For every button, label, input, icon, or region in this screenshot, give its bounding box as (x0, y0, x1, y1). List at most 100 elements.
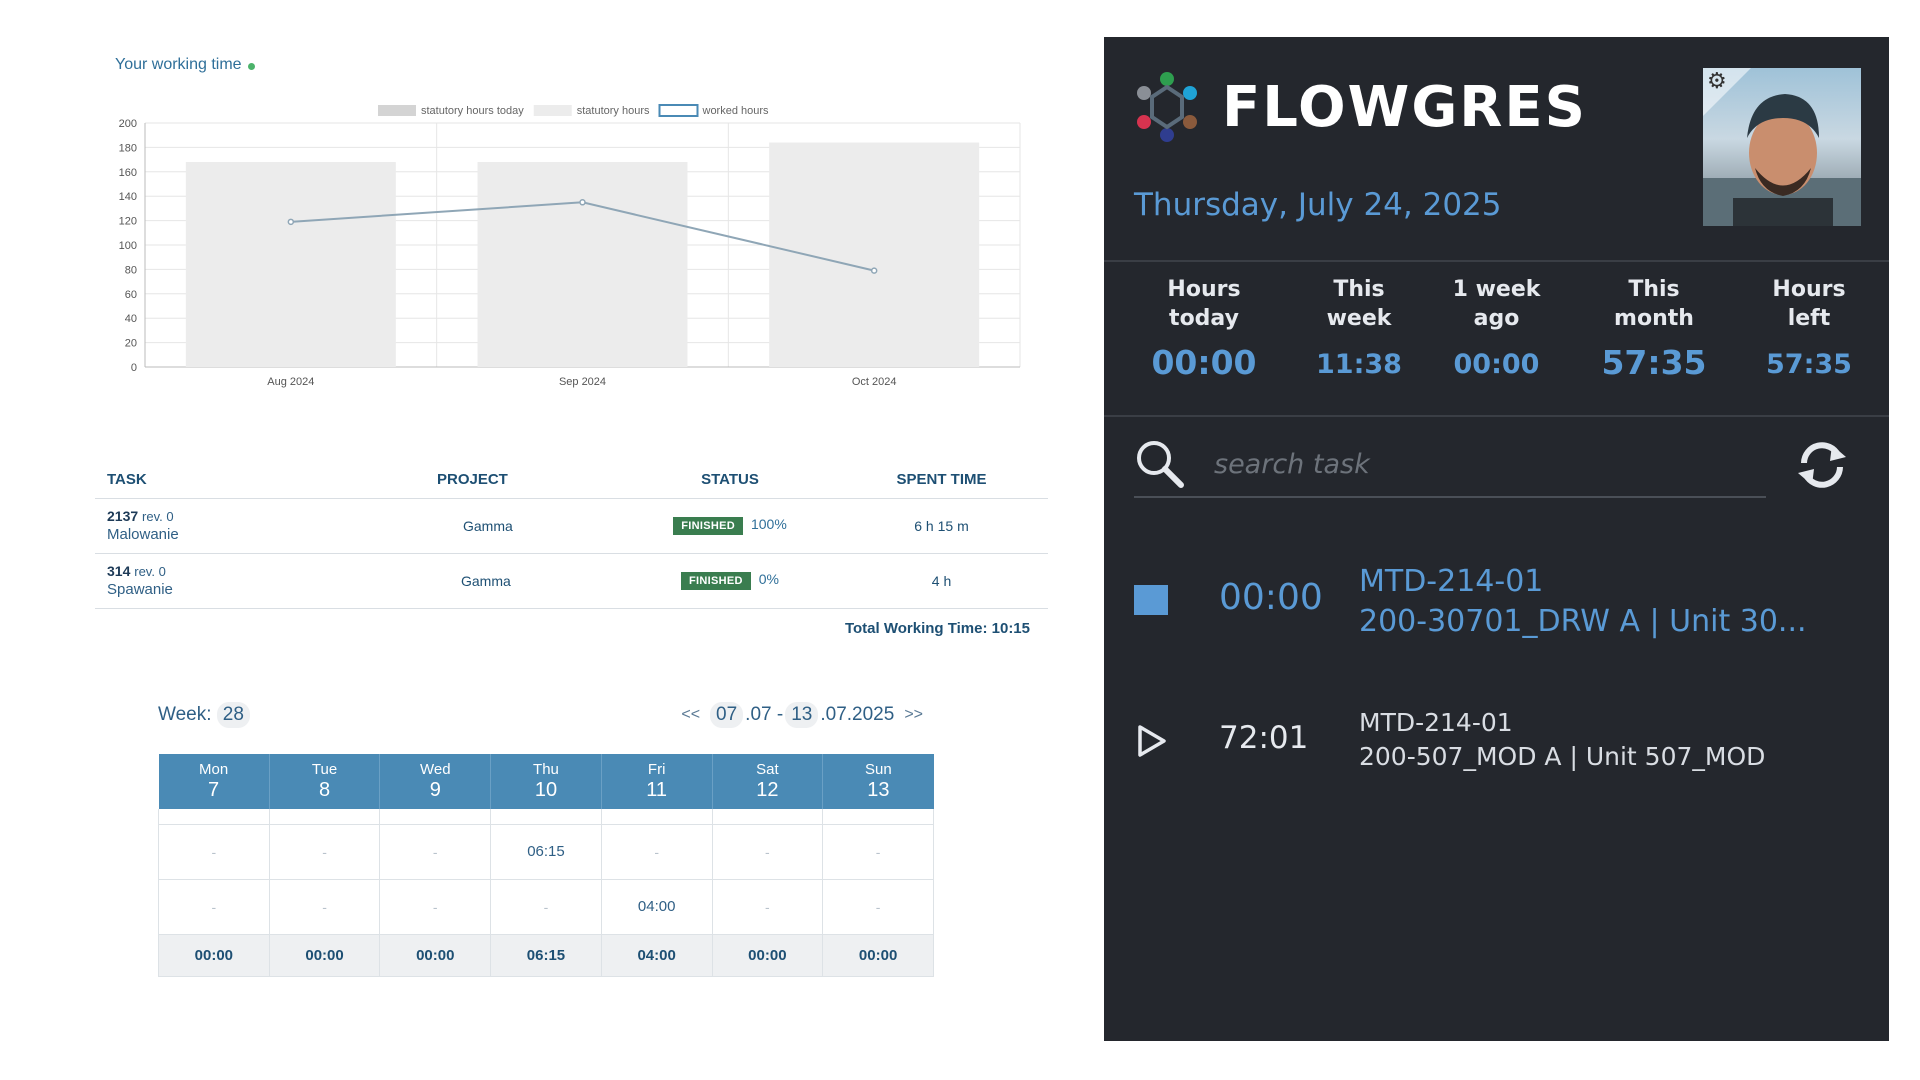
calendar-cell[interactable]: - (711, 823, 824, 880)
y-tick-label: 20 (125, 338, 137, 350)
calendar-cell[interactable]: - (379, 878, 492, 935)
task-timer: 00:00 (1219, 577, 1323, 618)
day-total: 06:15 (490, 933, 602, 977)
working-time-chart: statutory hours today statutory hours work… (119, 104, 1021, 388)
search-bar (1134, 430, 1766, 498)
stat-value: 11:38 (1316, 349, 1402, 380)
prev-week-button[interactable]: << (673, 706, 708, 724)
calendar-header: Mon 7 Tue 8 Wed 9 Thu 10 Fri 11 Sat 12 Sun 13 (158, 754, 934, 809)
header-task[interactable]: TASK (95, 470, 425, 498)
search-icon[interactable] (1134, 438, 1186, 490)
project-cell: Gamma (425, 552, 625, 609)
stat-this-month: This month 57:35 (1579, 275, 1729, 382)
y-tick-label: 100 (119, 240, 137, 252)
tasks-table: TASK PROJECT STATUS SPENT TIME 2137 rev.… (95, 470, 1048, 609)
total-working-time: Total Working Time: 10:15 (844, 620, 1030, 637)
calendar-cell[interactable]: - (490, 878, 602, 935)
task-name: Malowanie (107, 526, 179, 543)
calendar-cell[interactable]: 06:15 (490, 823, 602, 880)
stat-1-week-ago: 1 week ago 00:00 (1414, 275, 1579, 382)
day-total: 00:00 (711, 933, 824, 977)
range-end-rest: .07.2025 (820, 704, 895, 725)
y-tick-label: 0 (131, 362, 137, 374)
next-week-button[interactable]: >> (896, 706, 931, 724)
table-row[interactable]: 314 rev. 0 Spawanie Gamma FINISHED 0% 4 h (95, 552, 1048, 609)
table-row[interactable]: 2137 rev. 0 Malowanie Gamma FINISHED 100%… (95, 497, 1048, 553)
hours-stats: Hours today 00:00 This week 11:38 1 week… (1104, 275, 1889, 382)
task-title: MTD-214-01 200-30701_DRW A | Unit 30... (1359, 562, 1807, 642)
flowgres-logo-icon (1137, 72, 1197, 142)
calendar-cell[interactable]: - (822, 823, 934, 880)
range-start-rest: .07 - (745, 704, 784, 725)
avatar[interactable]: ⚙ (1703, 68, 1861, 226)
day-total: 00:00 (822, 933, 934, 977)
stat-hours-left: Hours left 57:35 (1729, 275, 1889, 382)
x-tick-label: Oct 2024 (852, 376, 897, 388)
stat-value: 57:35 (1601, 343, 1707, 382)
day-header-mon: Mon 7 (158, 754, 270, 809)
day-header-sat: Sat 12 (712, 754, 824, 809)
refresh-icon[interactable] (1794, 437, 1850, 493)
header-status[interactable]: STATUS (625, 470, 835, 498)
task-cell[interactable]: 2137 rev. 0 Malowanie (95, 497, 425, 553)
task-cell[interactable]: 314 rev. 0 Spawanie (95, 552, 425, 609)
range-end-day[interactable]: 13 (785, 702, 819, 728)
data-point (870, 267, 878, 274)
calendar-cell[interactable]: - (158, 878, 270, 935)
y-tick-label: 120 (119, 216, 137, 228)
spent-time-cell: 4 h (835, 552, 1048, 609)
data-point (579, 199, 586, 206)
calendar-cell[interactable]: - (711, 878, 824, 935)
y-tick-label: 40 (125, 313, 137, 325)
task-id: 2137 (107, 508, 139, 524)
chart-title-text: Your working time (115, 56, 242, 73)
calendar-cell[interactable]: - (600, 823, 713, 880)
week-calendar: Mon 7 Tue 8 Wed 9 Thu 10 Fri 11 Sat 12 Sun 13 -… (158, 754, 934, 977)
task-title: MTD-214-01 200-507_MOD A | Unit 507_MOD (1359, 706, 1765, 774)
day-total: 00:00 (379, 933, 492, 977)
stop-icon[interactable] (1134, 585, 1168, 615)
gear-icon[interactable]: ⚙ (1707, 68, 1727, 94)
play-icon[interactable] (1136, 724, 1168, 758)
stat-label: This week (1326, 277, 1392, 331)
task-timer: 72:01 (1219, 720, 1309, 756)
range-start-day[interactable]: 07 (710, 702, 744, 728)
legend-swatch (658, 104, 699, 117)
calendar-cell[interactable]: - (268, 878, 381, 935)
header-spent-time[interactable]: SPENT TIME (835, 470, 1048, 498)
calendar-row: - - - - 04:00 - - (158, 878, 934, 935)
divider (1104, 260, 1889, 262)
current-date: Thursday, July 24, 2025 (1134, 187, 1502, 223)
search-input[interactable] (1214, 444, 1754, 484)
calendar-cell[interactable]: - (268, 823, 381, 880)
brand-name: FLOWGRES (1222, 75, 1587, 140)
task-code: MTD-214-01 (1359, 708, 1513, 737)
legend-swatch (378, 105, 416, 116)
week-navigator: Week: 28 << 07 .07 - 13 .07.2025 >> (158, 700, 931, 730)
day-header-tue: Tue 8 (269, 754, 381, 809)
day-total: 00:00 (158, 933, 270, 977)
day-total: 04:00 (600, 933, 713, 977)
calendar-cell[interactable]: 04:00 (600, 878, 713, 935)
data-point (287, 218, 295, 226)
day-total: 00:00 (268, 933, 381, 977)
calendar-cell[interactable]: - (379, 823, 492, 880)
day-header-thu: Thu 10 (490, 754, 602, 809)
status-dot-icon (247, 63, 255, 70)
task-rev: rev. 0 (134, 564, 166, 579)
calendar-totals-row: 00:00 00:00 00:00 06:15 04:00 00:00 00:0… (158, 933, 934, 977)
header-project[interactable]: PROJECT (425, 470, 625, 498)
x-tick-label: Sep 2024 (559, 376, 606, 388)
progress-percent: 100% (750, 516, 787, 532)
stat-value: 57:35 (1766, 349, 1852, 380)
calendar-cell[interactable]: - (822, 878, 934, 935)
calendar-cell[interactable]: - (158, 823, 270, 880)
stat-hours-today: Hours today 00:00 (1104, 275, 1304, 382)
task-rev: rev. 0 (142, 509, 174, 524)
divider (1104, 415, 1889, 417)
week-number[interactable]: 28 (216, 702, 250, 728)
y-tick-label: 180 (119, 142, 137, 154)
y-tick-label: 60 (125, 289, 137, 301)
y-tick-label: 200 (119, 118, 137, 130)
legend-label: statutory hours (577, 105, 650, 117)
